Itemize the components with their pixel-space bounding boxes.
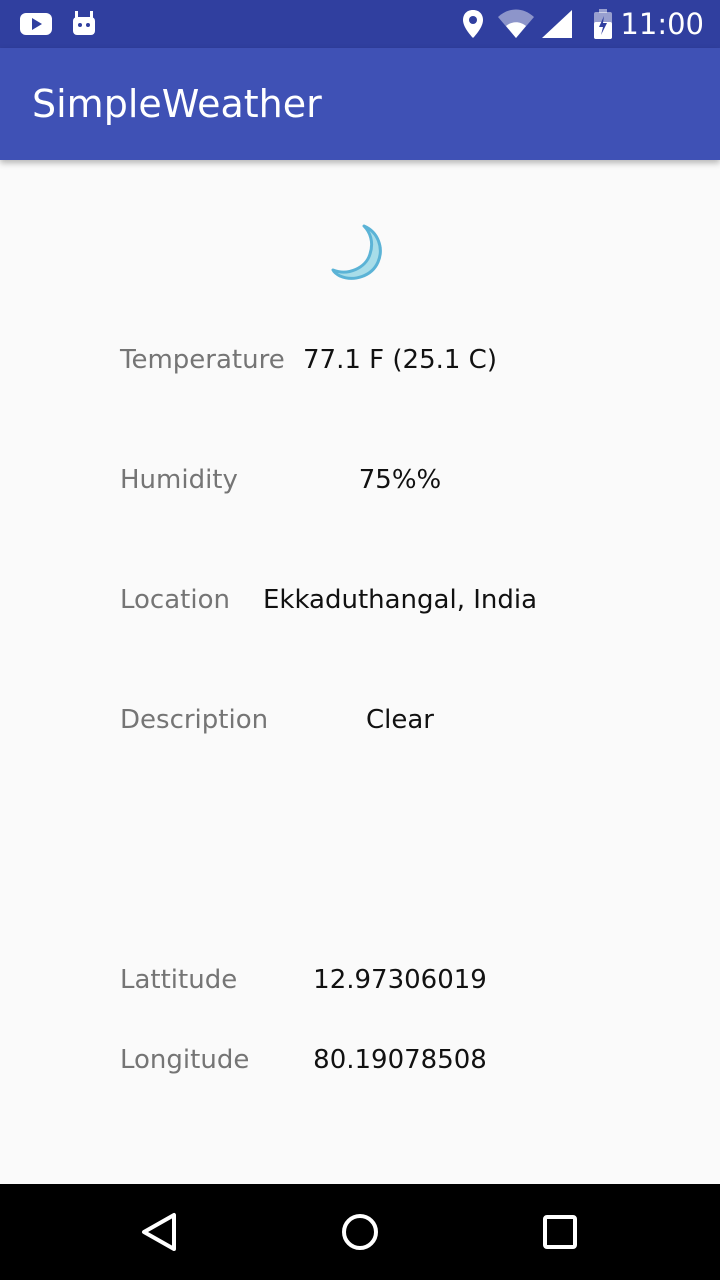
youtube-icon bbox=[20, 13, 52, 35]
temperature-value: 77.1 F (25.1 C) bbox=[303, 345, 497, 375]
status-time: 11:00 bbox=[620, 7, 704, 41]
humidity-value: 75%% bbox=[358, 465, 442, 495]
cell-signal-icon bbox=[542, 10, 572, 38]
latitude-label: Lattitude bbox=[120, 965, 238, 995]
battery-icon bbox=[594, 9, 612, 39]
home-icon[interactable] bbox=[334, 1206, 386, 1258]
app-bar: SimpleWeather bbox=[0, 48, 720, 160]
description-label: Description bbox=[120, 705, 269, 735]
wifi-icon bbox=[498, 9, 534, 38]
recents-icon[interactable] bbox=[534, 1206, 586, 1258]
app-title: SimpleWeather bbox=[32, 82, 322, 126]
description-value: Clear bbox=[366, 705, 434, 735]
temperature-label: Temperature bbox=[120, 345, 285, 375]
location-value: Ekkaduthangal, India bbox=[262, 585, 538, 615]
longitude-value: 80.19078508 bbox=[313, 1045, 487, 1075]
android-notification-icon bbox=[73, 11, 95, 35]
location-pin-icon bbox=[463, 10, 483, 38]
humidity-label: Humidity bbox=[120, 465, 238, 495]
back-icon[interactable] bbox=[134, 1206, 186, 1258]
latitude-value: 12.97306019 bbox=[313, 965, 487, 995]
location-label: Location bbox=[120, 585, 230, 615]
status-bar: 11:00 bbox=[0, 0, 720, 48]
longitude-label: Longitude bbox=[120, 1045, 250, 1075]
crescent-moon-icon bbox=[331, 224, 382, 280]
navigation-bar bbox=[0, 1184, 720, 1280]
